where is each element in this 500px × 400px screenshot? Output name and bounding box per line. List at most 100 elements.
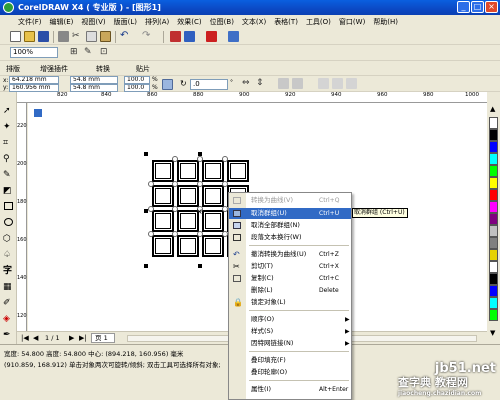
redo-icon[interactable]: ↷ [142, 30, 153, 41]
menu-item-lock[interactable]: 🔒 锁定对象(L) [229, 297, 351, 308]
maximize-button[interactable]: □ [471, 1, 484, 13]
menu-text[interactable]: 文本(X) [238, 17, 270, 27]
width-field[interactable]: 54.8 mm [70, 76, 118, 84]
menu-item-properties[interactable]: 属性(I) Alt+Enter [229, 384, 351, 395]
import-icon[interactable] [170, 31, 181, 42]
basic-shapes-icon[interactable]: ♤ [3, 250, 14, 260]
menu-tools[interactable]: 工具(O) [302, 17, 335, 27]
node-handle[interactable] [172, 206, 178, 212]
menu-item-internet-link[interactable]: 因特网链接(N) ▶ [229, 338, 351, 349]
zoom-tool-icon[interactable]: ⚲ [3, 154, 14, 164]
menu-bitmaps[interactable]: 位图(B) [206, 17, 238, 27]
color-swatch[interactable] [489, 177, 498, 189]
x-position-field[interactable]: 64.218 mm [9, 76, 59, 84]
freehand-tool-icon[interactable]: ✎ [3, 170, 14, 180]
color-swatch[interactable] [489, 129, 498, 141]
new-icon[interactable] [10, 31, 21, 42]
tab-layout[interactable]: 排版 [6, 64, 20, 74]
close-button[interactable]: × [485, 1, 498, 13]
last-page-icon[interactable]: ▶| [79, 334, 87, 342]
mirror-horizontal-icon[interactable]: ⇔ [242, 78, 253, 89]
paste-icon[interactable] [100, 31, 111, 42]
menu-effects[interactable]: 效果(C) [173, 17, 205, 27]
paste-special-icon[interactable]: ⊡ [100, 47, 111, 58]
color-swatch[interactable] [489, 249, 498, 261]
options-icon[interactable]: ✎ [84, 47, 95, 58]
polygon-tool-icon[interactable]: ⬡ [3, 234, 14, 244]
selection-handle[interactable] [144, 209, 148, 213]
node-handle[interactable] [197, 231, 203, 237]
node-handle[interactable] [172, 181, 178, 187]
horizontal-ruler[interactable]: 820 840 860 880 900 920 940 960 980 1000 [17, 92, 487, 103]
table-tool-icon[interactable]: ▦ [3, 282, 14, 292]
color-swatch[interactable] [489, 201, 498, 213]
menu-view[interactable]: 视图(V) [77, 17, 109, 27]
menu-item-convert-to-curves[interactable]: 转换为曲线(V) Ctrl+Q [229, 195, 351, 206]
menu-window[interactable]: 窗口(W) [335, 17, 369, 27]
cut-icon[interactable]: ✂ [72, 31, 83, 42]
prev-page-icon[interactable]: ◀ [33, 334, 38, 342]
selection-handle[interactable] [144, 264, 148, 268]
scale-x-field[interactable]: 100.0 [124, 76, 150, 84]
tab-convert[interactable]: 转换 [96, 64, 110, 74]
tab-tile[interactable]: 贴片 [136, 64, 150, 74]
pick-tool-icon[interactable]: ➚ [3, 106, 14, 116]
next-page-icon[interactable]: ▶ [69, 334, 74, 342]
color-swatch[interactable] [489, 297, 498, 309]
menu-file[interactable]: 文件(F) [14, 17, 46, 27]
menu-item-overprint-outline[interactable]: 叠印轮廓(O) [229, 367, 351, 378]
node-handle[interactable] [222, 156, 228, 162]
angle-field[interactable]: .0 [190, 79, 228, 90]
tab-enhance-plugin[interactable]: 增强插件 [40, 64, 68, 74]
zoom-select[interactable]: 100% [10, 47, 58, 58]
menu-item-copy[interactable]: 复制(C) Ctrl+C [229, 273, 351, 284]
menu-item-cut[interactable]: ✂ 剪切(T) Ctrl+X [229, 261, 351, 272]
color-swatch[interactable] [489, 237, 498, 249]
export-icon[interactable] [184, 31, 195, 42]
minimize-button[interactable]: _ [457, 1, 470, 13]
open-icon[interactable] [24, 31, 35, 42]
vertical-ruler[interactable]: 220 200 180 160 140 120 [17, 103, 27, 331]
menu-item-undo[interactable]: ↶ 撤消转换为曲线(U) Ctrl+Z [229, 249, 351, 260]
color-swatch[interactable] [489, 141, 498, 153]
smart-fill-icon[interactable]: ◩ [3, 186, 14, 196]
copy-icon[interactable] [86, 31, 97, 42]
rectangle-tool-icon[interactable] [4, 202, 13, 210]
color-swatch[interactable] [489, 189, 498, 201]
menu-item-styles[interactable]: 样式(S) ▶ [229, 326, 351, 337]
height-field[interactable]: 54.8 mm [70, 84, 118, 92]
color-swatch[interactable] [489, 117, 498, 129]
text-tool-icon[interactable]: 字 [3, 266, 14, 276]
lock-ratio-icon[interactable] [162, 79, 173, 90]
ellipse-tool-icon[interactable] [4, 218, 13, 226]
color-swatch[interactable] [489, 213, 498, 225]
node-handle[interactable] [148, 231, 154, 237]
fill-tool-icon[interactable]: ◈ [3, 314, 14, 324]
menu-item-delete[interactable]: 删除(L) Delete [229, 285, 351, 296]
color-swatch[interactable] [489, 261, 498, 273]
menu-arrange[interactable]: 排列(A) [141, 17, 173, 27]
node-handle[interactable] [222, 181, 228, 187]
menu-edit[interactable]: 编辑(E) [46, 17, 78, 27]
color-swatch[interactable] [489, 165, 498, 177]
node-handle[interactable] [148, 181, 154, 187]
group-icon[interactable] [278, 78, 289, 89]
selection-handle[interactable] [144, 152, 148, 156]
intersect-icon[interactable] [346, 78, 357, 89]
trim-icon[interactable] [332, 78, 343, 89]
menu-item-ungroup-all[interactable]: 取消全部群组(N) [229, 220, 351, 231]
ungroup-icon[interactable] [292, 78, 303, 89]
node-handle[interactable] [172, 231, 178, 237]
welcome-screen-icon[interactable] [228, 31, 239, 42]
eyedropper-tool-icon[interactable]: ✐ [3, 298, 14, 308]
palette-scroll-down-icon[interactable]: ▼ [490, 329, 495, 337]
menu-item-order[interactable]: 顺序(O) ▶ [229, 314, 351, 325]
menu-layout[interactable]: 版面(L) [110, 17, 141, 27]
color-swatch[interactable] [489, 309, 498, 321]
node-handle[interactable] [148, 206, 154, 212]
menu-item-ungroup[interactable]: 取消群组(U) Ctrl+U [229, 208, 351, 219]
menu-item-wrap-paragraph[interactable]: 段落文本换行(W) [229, 232, 351, 243]
mirror-vertical-icon[interactable]: ⇕ [256, 78, 267, 89]
selection-handle[interactable] [198, 264, 202, 268]
menu-table[interactable]: 表格(T) [270, 17, 302, 27]
